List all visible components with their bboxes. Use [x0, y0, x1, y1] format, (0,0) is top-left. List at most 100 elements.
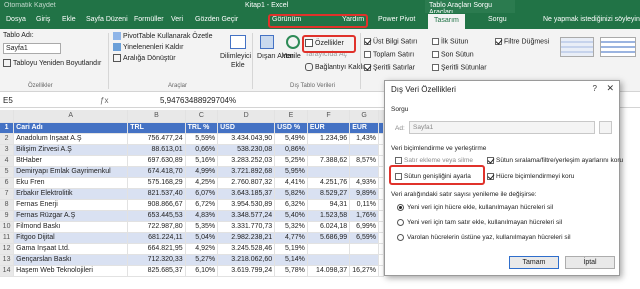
table-cell[interactable]: 5,78% [274, 265, 308, 277]
table-cell[interactable]: 5,25% [274, 155, 308, 167]
table-cell[interactable]: 3.331.770,73 [217, 221, 276, 233]
table-cell[interactable]: 821.537,40 [127, 188, 186, 200]
table-cell[interactable]: 14.098,37 [307, 265, 351, 277]
radio-insert-cells[interactable]: Yeni veri için hücre ekle, kullanılmayan… [397, 204, 553, 211]
table-cell[interactable] [378, 221, 384, 233]
table-cell[interactable]: 94,31 [307, 199, 351, 211]
table-cell[interactable]: Erbakır Elektrolitik [13, 188, 129, 200]
table-cell[interactable] [307, 254, 351, 266]
table-cell[interactable] [307, 144, 351, 156]
option-sort-filter[interactable]: Sütun sıralama/filtre/yerleşim ayarların… [487, 157, 623, 164]
table-cell[interactable]: 5,59% [185, 133, 219, 145]
refresh-button[interactable]: Yenile [282, 53, 301, 60]
table-cell[interactable]: Gençarslan Baskı [13, 254, 129, 266]
table-cell[interactable]: 697.630,89 [127, 155, 186, 167]
option-banded-columns[interactable]: Şeritli Sütunlar [432, 64, 487, 71]
table-cell[interactable]: BtHaber [13, 155, 129, 167]
column-header[interactable]: G [349, 110, 379, 123]
table-cell[interactable] [349, 254, 379, 266]
table-cell[interactable]: 6,72% [185, 199, 219, 211]
table-cell[interactable]: 16,27% [349, 265, 379, 277]
resize-table-button[interactable]: Tabloyu Yeniden Boyutlandır [3, 59, 101, 67]
table-cell[interactable]: 575.168,29 [127, 177, 186, 189]
table-cell[interactable]: Haşem Web Teknolojileri [13, 265, 129, 277]
table-cell[interactable]: 2.760.807,32 [217, 177, 276, 189]
table-cell[interactable] [349, 243, 379, 255]
table-cell[interactable]: 664.821,95 [127, 243, 186, 255]
table-cell[interactable]: 0,66% [185, 144, 219, 156]
option-first-column[interactable]: İlk Sütun [432, 38, 468, 45]
table-cell[interactable]: 4,83% [185, 210, 219, 222]
table-cell[interactable]: 4,77% [274, 232, 308, 244]
table-cell[interactable]: 538.230,08 [217, 144, 276, 156]
column-header[interactable]: D [217, 110, 276, 123]
row-number[interactable]: 4 [0, 155, 15, 167]
table-cell[interactable]: 6,07% [185, 188, 219, 200]
table-cell[interactable]: 7.388,62 [307, 155, 351, 167]
table-cell[interactable]: 825.685,37 [127, 265, 186, 277]
tab-data[interactable]: Veri [171, 16, 183, 23]
option-filter-button[interactable]: Filtre Düğmesi [495, 38, 549, 45]
table-cell[interactable]: Eku Fren [13, 177, 129, 189]
query-definition-icon[interactable] [599, 121, 612, 134]
unlink-button[interactable]: Bağlantıyı Kaldır [305, 63, 366, 71]
table-cell[interactable]: Fernas Rüzgar A.Ş [13, 210, 129, 222]
row-number[interactable]: 5 [0, 166, 15, 178]
table-cell[interactable]: 3.283.252,03 [217, 155, 276, 167]
table-cell[interactable]: 8.529,27 [307, 188, 351, 200]
column-header[interactable]: E [274, 110, 308, 123]
column-header[interactable]: B [127, 110, 186, 123]
column-header[interactable]: F [307, 110, 351, 123]
table-cell[interactable]: Bilişim Zirvesi A.Ş [13, 144, 129, 156]
table-cell[interactable] [378, 210, 384, 222]
close-icon[interactable]: ✕ [606, 83, 614, 94]
table-cell[interactable] [378, 265, 384, 277]
table-name-input[interactable]: Sayfa1 [3, 43, 61, 54]
row-number[interactable]: 7 [0, 188, 15, 200]
option-keep-cell-format[interactable]: Hücre biçimlendirmeyi koru [487, 173, 574, 180]
table-cell[interactable] [378, 144, 384, 156]
table-cell[interactable]: 908.866,67 [127, 199, 186, 211]
table-cell[interactable]: 1,76% [349, 210, 379, 222]
table-cell[interactable]: 3.643.185,37 [217, 188, 276, 200]
column-header[interactable]: A [13, 110, 129, 123]
formula-input[interactable]: 5,94763488929704% [160, 96, 236, 105]
table-cell[interactable]: Fitgoo Dijital [13, 232, 129, 244]
table-cell[interactable]: 5,35% [185, 221, 219, 233]
table-cell[interactable] [349, 166, 379, 178]
table-cell[interactable]: 4,92% [185, 243, 219, 255]
column-header[interactable]: C [185, 110, 219, 123]
option-banded-rows[interactable]: Şeritli Satırlar [364, 64, 415, 71]
remove-duplicates-button[interactable]: Yinelenenleri Kaldır [113, 43, 183, 51]
table-cell[interactable]: 0,86% [274, 144, 308, 156]
table-cell[interactable] [307, 166, 351, 178]
table-header-cell[interactable]: TRL [127, 122, 186, 134]
table-style-swatch[interactable] [600, 37, 636, 57]
row-number[interactable]: 12 [0, 243, 15, 255]
table-cell[interactable]: 9,89% [349, 188, 379, 200]
table-cell[interactable]: 3.348.577,24 [217, 210, 276, 222]
table-cell[interactable]: 5,04% [185, 232, 219, 244]
table-cell[interactable]: 3.619.799,24 [217, 265, 276, 277]
table-cell[interactable]: Demiryapı Emlak Gayrimenkul [13, 166, 129, 178]
row-number[interactable]: 11 [0, 232, 15, 244]
table-cell[interactable]: 5,95% [274, 166, 308, 178]
row-number[interactable]: 13 [0, 254, 15, 266]
table-cell[interactable]: 5,32% [274, 221, 308, 233]
table-cell[interactable]: Anadolum İnşaat A.Ş [13, 133, 129, 145]
table-cell[interactable] [378, 232, 384, 244]
table-cell[interactable] [349, 144, 379, 156]
option-insert-rows[interactable]: Satır ekleme veya silme [395, 157, 473, 164]
table-cell[interactable]: 653.445,53 [127, 210, 186, 222]
radio-overwrite[interactable]: Varolan hücrelerin üstüne yaz, kullanılm… [397, 234, 571, 241]
table-cell[interactable]: 3.721.892,68 [217, 166, 276, 178]
table-header-cell[interactable]: EUR [349, 122, 379, 134]
table-cell[interactable]: 3.434.043,90 [217, 133, 276, 145]
row-number[interactable]: 10 [0, 221, 15, 233]
table-cell[interactable]: 6,32% [274, 199, 308, 211]
tab-insert[interactable]: Ekle [62, 16, 76, 23]
table-cell[interactable]: 1.234,96 [307, 133, 351, 145]
table-cell[interactable]: 6,10% [185, 265, 219, 277]
convert-range-button[interactable]: Aralığa Dönüştür [113, 54, 176, 62]
option-header-row[interactable]: Üst Bilgi Satırı [364, 38, 417, 45]
